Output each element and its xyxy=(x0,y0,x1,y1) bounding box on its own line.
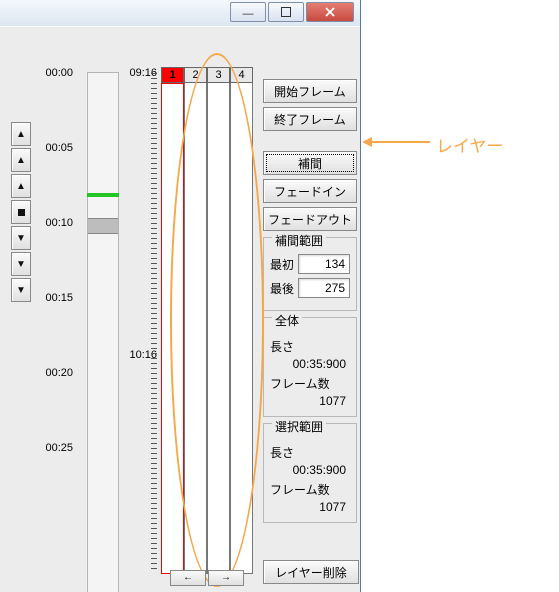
time-label: 00:00 xyxy=(35,67,73,79)
minimize-button[interactable]: — xyxy=(230,2,266,22)
layer-track-4[interactable] xyxy=(230,83,253,574)
frames-value: 1077 xyxy=(270,500,350,514)
frames-label: フレーム数 xyxy=(270,481,350,498)
length-value: 00:35:900 xyxy=(270,357,350,371)
time-label: 00:15 xyxy=(35,292,73,304)
layer-hnav: ← → xyxy=(170,570,244,586)
last-label: 最後 xyxy=(270,280,294,297)
layer-header-2[interactable]: 2 xyxy=(184,67,207,83)
time-label: 00:20 xyxy=(35,367,73,379)
first-label: 最初 xyxy=(270,256,294,273)
layer-header-1[interactable]: 1 xyxy=(161,67,184,83)
interpolation-range-group: 補間範囲 最初 134 最後 275 xyxy=(263,237,357,311)
end-frame-button[interactable]: 終了フレーム xyxy=(263,107,357,131)
jump-up-1-button[interactable]: ▲ xyxy=(11,174,31,198)
close-button[interactable] xyxy=(306,2,354,22)
fine-time-ruler: 09:16 10:16 xyxy=(123,67,159,574)
stop-button[interactable] xyxy=(11,200,31,224)
layer-header-3[interactable]: 3 xyxy=(207,67,230,83)
layer-scroll-left-button[interactable]: ← xyxy=(170,570,206,586)
jump-down-1-button[interactable]: ▼ xyxy=(11,226,31,250)
time-label: 00:10 xyxy=(35,217,73,229)
maximize-button[interactable] xyxy=(268,2,304,22)
last-frame-input[interactable]: 275 xyxy=(298,278,350,298)
first-frame-input[interactable]: 134 xyxy=(298,254,350,274)
overview-scrollbar[interactable] xyxy=(87,72,119,592)
jump-up-3-button[interactable]: ▲ xyxy=(11,122,31,146)
side-panel: 開始フレーム 終了フレーム 補間 フェードイン フェードアウト 補間範囲 最初 … xyxy=(263,79,357,523)
app-window: — ▲ ▲ ▲ ▼ ▼ ▼ xyxy=(0,0,361,592)
layer-track-2[interactable] xyxy=(184,83,207,574)
jump-down-3-button[interactable]: ▼ xyxy=(11,278,31,302)
major-time-ruler: 00:00 00:05 00:10 00:15 00:20 00:25 00:3… xyxy=(35,67,73,574)
group-title: 選択範囲 xyxy=(272,418,326,424)
annotation-label: レイヤー xyxy=(436,132,504,157)
group-title: 全体 xyxy=(272,312,302,318)
fade-in-button[interactable]: フェードイン xyxy=(263,179,357,203)
layer-header-4[interactable]: 4 xyxy=(230,67,253,83)
layer-track-area: 1 2 3 4 xyxy=(161,67,253,574)
jump-down-2-button[interactable]: ▼ xyxy=(11,252,31,276)
layer-track-3[interactable] xyxy=(207,83,230,574)
overview-marker xyxy=(87,193,119,197)
titlebar: — xyxy=(0,0,360,27)
playback-button-column: ▲ ▲ ▲ ▼ ▼ ▼ xyxy=(11,122,29,302)
fine-tick-marks xyxy=(151,73,157,572)
annotation-arrow xyxy=(370,141,430,143)
time-label: 00:05 xyxy=(35,142,73,154)
layer-scroll-right-button[interactable]: → xyxy=(208,570,244,586)
group-title: 補間範囲 xyxy=(272,232,326,238)
overall-group: 全体 長さ 00:35:900 フレーム数 1077 xyxy=(263,317,357,417)
start-frame-button[interactable]: 開始フレーム xyxy=(263,79,357,103)
length-label: 長さ xyxy=(270,444,350,461)
selection-group: 選択範囲 長さ 00:35:900 フレーム数 1077 xyxy=(263,423,357,523)
layer-headers: 1 2 3 4 xyxy=(161,67,253,83)
frames-value: 1077 xyxy=(270,394,350,408)
interpolate-button[interactable]: 補間 xyxy=(263,151,357,175)
jump-up-2-button[interactable]: ▲ xyxy=(11,148,31,172)
length-label: 長さ xyxy=(270,338,350,355)
frames-label: フレーム数 xyxy=(270,375,350,392)
layer-track-1[interactable] xyxy=(161,83,184,574)
length-value: 00:35:900 xyxy=(270,463,350,477)
fade-out-button[interactable]: フェードアウト xyxy=(263,207,357,231)
overview-thumb[interactable] xyxy=(88,218,118,234)
time-label: 00:25 xyxy=(35,442,73,454)
delete-layer-button[interactable]: レイヤー削除 xyxy=(263,560,359,584)
